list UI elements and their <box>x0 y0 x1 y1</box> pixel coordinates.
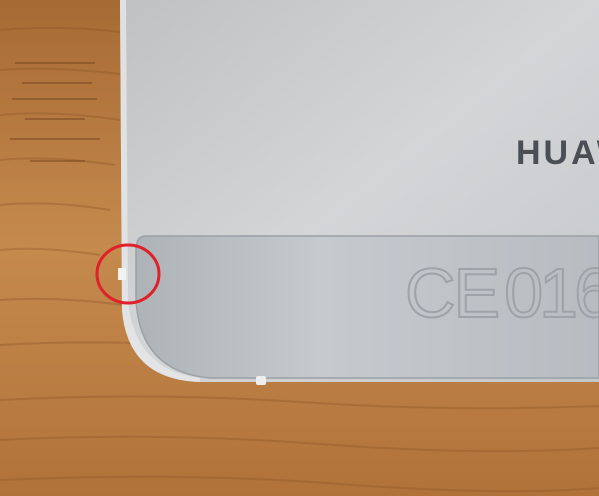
antenna-gap-left <box>118 268 126 280</box>
ce-mark: CE <box>404 254 501 332</box>
ce-certification-mark: CE016 <box>404 254 599 332</box>
photo-illustration <box>0 0 599 496</box>
antenna-gap-marker <box>256 376 266 385</box>
certification-number: 016 <box>503 254 599 332</box>
photo-scene: HUAW CE016 <box>0 0 599 496</box>
brand-logo-text: HUAW <box>516 134 599 172</box>
